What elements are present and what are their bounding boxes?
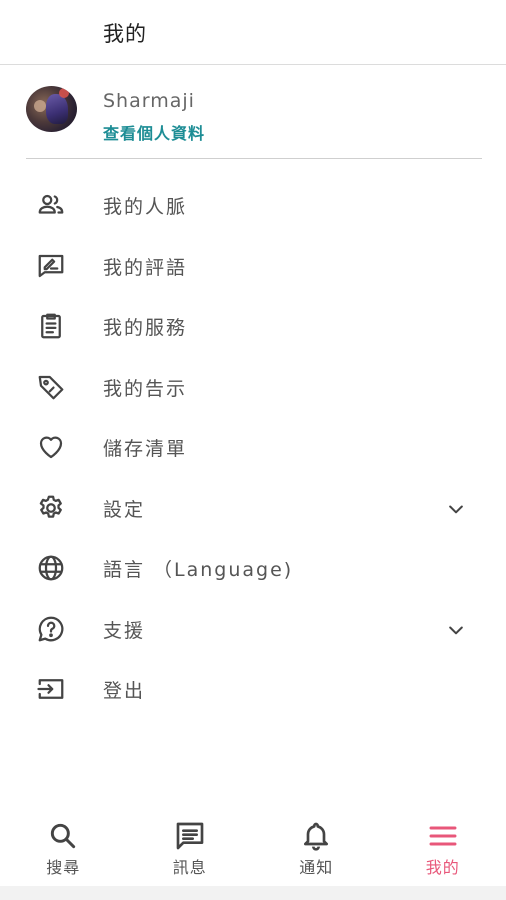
profile-divider — [26, 158, 482, 159]
tag-icon — [36, 372, 66, 402]
header: 我的 — [0, 0, 506, 65]
app-screen: 我的 Sharmaji 查看個人資料 我的人脈 我的評語 我的服務 我的告示 儲… — [0, 0, 506, 900]
bell-icon — [299, 820, 333, 852]
menu-item-label: 我的評語 — [103, 256, 188, 279]
system-bar — [0, 886, 506, 900]
nav-label: 訊息 — [172, 858, 207, 877]
menu-item-services[interactable]: 我的服務 — [0, 296, 506, 357]
review-icon — [36, 251, 66, 281]
menu-item-label: 登出 — [103, 680, 146, 702]
help-icon — [36, 614, 66, 644]
menu-list: 我的人脈 我的評語 我的服務 我的告示 儲存清單 設定 語言 （Language… — [0, 175, 506, 720]
nav-label: 搜尋 — [46, 858, 81, 877]
bottom-nav: 搜尋 訊息 通知 我的 — [0, 810, 506, 886]
message-icon — [173, 820, 207, 852]
search-icon — [46, 820, 80, 852]
nav-item-my[interactable]: 我的 — [380, 810, 506, 886]
menu-item-label: 我的告示 — [103, 377, 188, 400]
people-icon — [36, 190, 66, 220]
gear-icon — [36, 493, 66, 523]
menu-icon — [426, 820, 460, 852]
menu-item-label: 儲存清單 — [103, 438, 188, 460]
nav-label: 通知 — [299, 858, 334, 877]
heart-icon — [36, 432, 66, 462]
logout-icon — [36, 674, 66, 704]
menu-item-label: 我的服務 — [103, 317, 188, 339]
menu-item-reviews[interactable]: 我的評語 — [0, 236, 506, 297]
menu-item-settings[interactable]: 設定 — [0, 478, 506, 539]
profile-section[interactable]: Sharmaji 查看個人資料 — [0, 66, 506, 160]
view-profile-link[interactable]: 查看個人資料 — [103, 120, 205, 144]
chevron-down-icon[interactable] — [444, 497, 468, 521]
menu-item-label: 支援 — [103, 619, 146, 642]
nav-item-notifications[interactable]: 通知 — [253, 810, 380, 886]
menu-item-label: 我的人脈 — [103, 196, 188, 218]
nav-item-messages[interactable]: 訊息 — [127, 810, 254, 886]
globe-icon — [36, 553, 66, 583]
clipboard-icon — [36, 311, 66, 341]
menu-item-connections[interactable]: 我的人脈 — [0, 175, 506, 236]
nav-item-search[interactable]: 搜尋 — [0, 810, 127, 886]
page-title: 我的 — [103, 22, 147, 46]
menu-item-support[interactable]: 支援 — [0, 599, 506, 660]
menu-item-notices[interactable]: 我的告示 — [0, 357, 506, 418]
avatar[interactable] — [26, 86, 77, 132]
menu-item-label: 設定 — [103, 498, 146, 521]
menu-item-language[interactable]: 語言 （Language) — [0, 538, 506, 599]
nav-label: 我的 — [425, 858, 460, 877]
menu-item-saved-list[interactable]: 儲存清單 — [0, 417, 506, 478]
chevron-down-icon[interactable] — [444, 618, 468, 642]
menu-item-label: 語言 （Language) — [103, 559, 294, 581]
menu-item-logout[interactable]: 登出 — [0, 659, 506, 720]
profile-name: Sharmaji — [103, 90, 195, 112]
